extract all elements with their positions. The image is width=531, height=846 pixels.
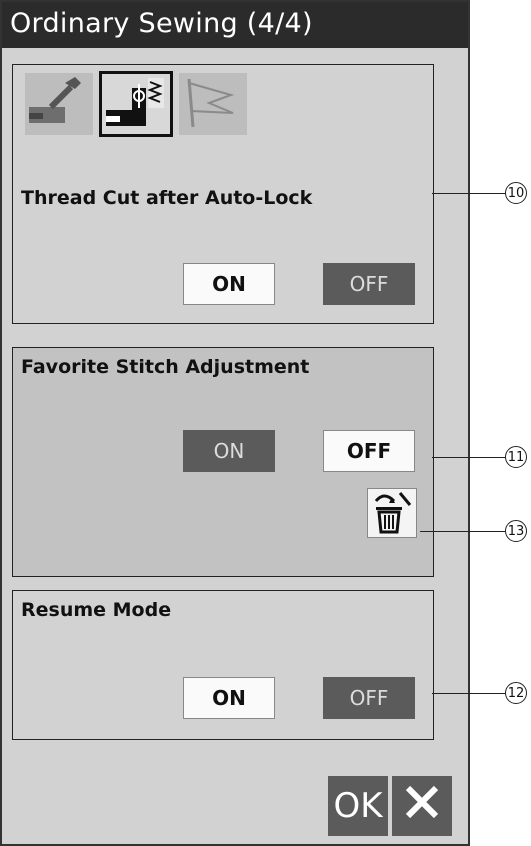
favorite-off-button[interactable]: OFF [323, 430, 415, 472]
sewing-tab[interactable] [99, 71, 173, 137]
close-button[interactable] [392, 776, 452, 836]
ok-button[interactable]: OK [328, 776, 388, 836]
callout-line-11 [432, 457, 506, 458]
callout-10: 10 [505, 182, 527, 204]
close-icon [402, 782, 442, 831]
clear-favorite-button[interactable] [367, 488, 417, 538]
wrench-machine-icon [25, 77, 87, 133]
resume-mode-panel: Resume Mode ON OFF [12, 590, 434, 740]
callout-line-12 [432, 693, 506, 694]
thread-cut-label: Thread Cut after Auto-Lock [21, 187, 313, 209]
callout-13: 13 [505, 520, 527, 542]
needle-machine-icon [102, 78, 170, 138]
flag-tab[interactable] [179, 73, 247, 135]
title-bar: Ordinary Sewing (4/4) [2, 2, 468, 48]
resume-on-button[interactable]: ON [183, 677, 275, 719]
settings-tab[interactable] [25, 73, 93, 135]
thread-cut-off-button[interactable]: OFF [323, 263, 415, 305]
flag-icon [179, 78, 241, 133]
settings-screen: Ordinary Sewing (4/4) Thread Cut after A… [0, 0, 470, 846]
favorite-stitch-label: Favorite Stitch Adjustment [21, 356, 310, 378]
callout-line-13 [420, 531, 506, 532]
resume-mode-label: Resume Mode [21, 599, 172, 621]
callout-11: 11 [505, 446, 527, 468]
favorite-stitch-panel: Favorite Stitch Adjustment ON OFF [12, 347, 434, 577]
screen-title: Ordinary Sewing (4/4) [10, 8, 313, 39]
callout-12: 12 [505, 682, 527, 704]
resume-off-button[interactable]: OFF [323, 677, 415, 719]
favorite-on-button[interactable]: ON [183, 430, 275, 472]
callout-line-10 [432, 193, 506, 194]
trash-icon [368, 492, 416, 541]
thread-cut-on-button[interactable]: ON [183, 263, 275, 305]
thread-cut-panel: Thread Cut after Auto-Lock ON OFF [12, 64, 434, 324]
